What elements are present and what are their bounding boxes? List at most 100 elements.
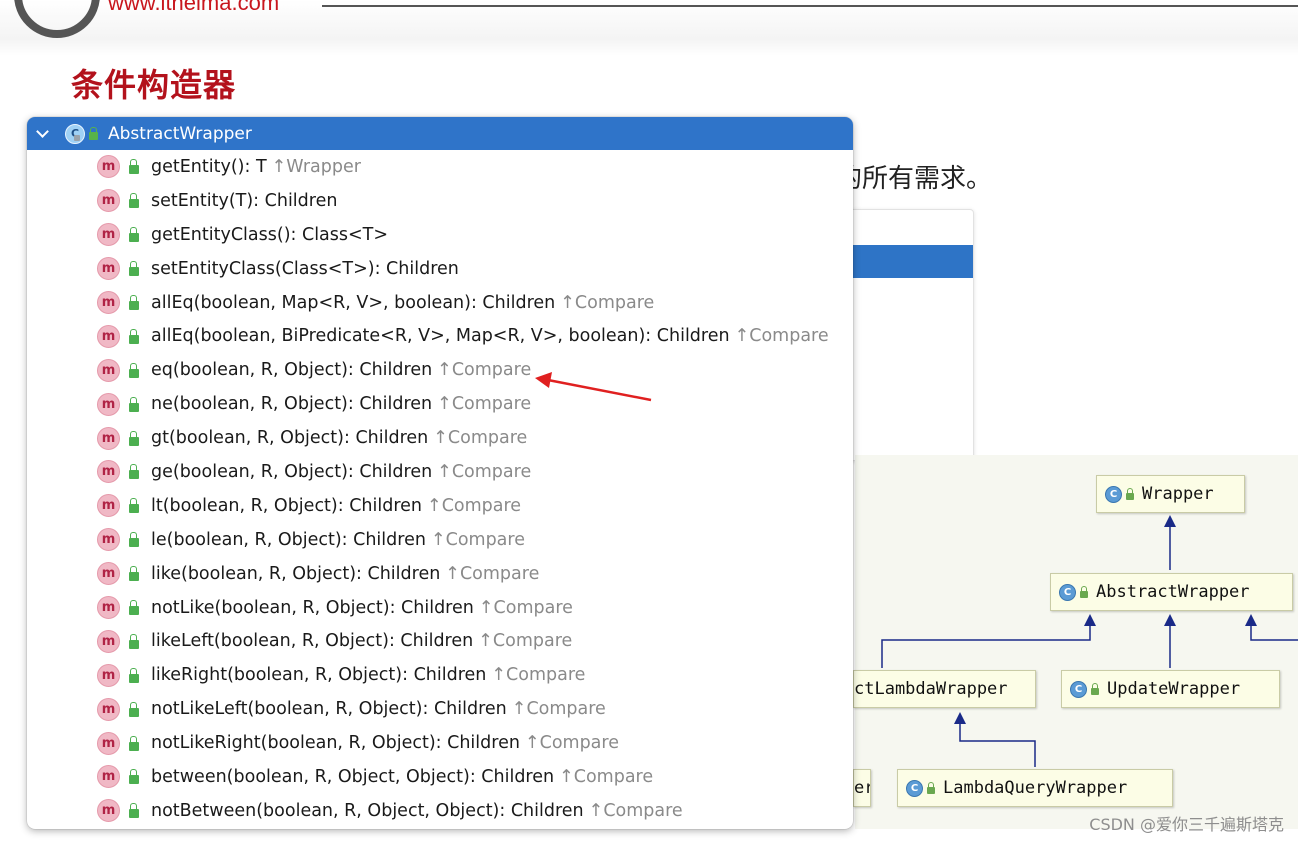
watermark: CSDN @爱你三千遍斯塔克	[1089, 815, 1284, 834]
method-icon: m	[97, 189, 120, 213]
list-item[interactable]: m like(boolean, R, Object): Children ↑Comp…	[27, 557, 853, 591]
method-owner: ↑Compare	[588, 800, 683, 821]
list-item[interactable]: m allEq(boolean, BiPredicate<R, V>, Map<R…	[27, 319, 853, 353]
site-url: www.itheima.com	[108, 0, 280, 15]
lock-icon	[129, 633, 139, 649]
method-signature: getEntity(): T	[151, 156, 267, 177]
method-icon: m	[97, 324, 120, 348]
slide-header: www.itheima.com	[0, 0, 1298, 56]
list-item[interactable]: m notLikeRight(boolean, R, Object): Child…	[27, 726, 853, 760]
lock-icon	[129, 667, 139, 683]
method-icon: m	[97, 697, 120, 721]
uml-node-label: AbstractWrapper	[1096, 582, 1250, 602]
list-item[interactable]: m likeLeft(boolean, R, Object): Children ↑…	[27, 624, 853, 658]
method-signature: notLike(boolean, R, Object): Children	[151, 597, 474, 618]
class-icon: C	[1059, 583, 1076, 601]
lock-icon	[129, 498, 139, 514]
slide-title: 条件构造器	[71, 66, 237, 104]
list-item[interactable]: m setEntity(T): Children	[27, 184, 853, 218]
list-item[interactable]: m likeRight(boolean, R, Object): Children…	[27, 658, 853, 692]
uml-node-lambda-wrapper: ctLambdaWrapper	[853, 670, 1036, 708]
method-icon: m	[97, 629, 120, 653]
list-item[interactable]: m notLike(boolean, R, Object): Children ↑C…	[27, 591, 853, 625]
method-icon: m	[97, 799, 120, 823]
uml-node-lambda-query-wrapper: C LambdaQueryWrapper	[897, 769, 1173, 807]
lock-icon	[129, 362, 139, 378]
method-signature: setEntity(T): Children	[151, 190, 338, 211]
list-item[interactable]: m allEq(boolean, Map<R, V>, boolean): Chi…	[27, 286, 853, 320]
chevron-down-icon[interactable]	[27, 117, 57, 150]
method-signature: notLikeRight(boolean, R, Object): Childr…	[151, 733, 520, 754]
lock-icon	[1091, 683, 1099, 695]
uml-node-partial: er	[853, 769, 871, 807]
lock-icon	[129, 735, 139, 751]
method-icon: m	[97, 358, 120, 382]
method-signature: likeLeft(boolean, R, Object): Children	[151, 631, 474, 652]
method-owner: ↑Compare	[437, 360, 532, 381]
lock-icon	[129, 193, 139, 209]
method-signature: eq(boolean, R, Object): Children	[151, 360, 433, 381]
method-icon: m	[97, 155, 120, 179]
lock-icon	[129, 261, 139, 277]
method-icon: m	[97, 257, 120, 281]
uml-node-label: LambdaQueryWrapper	[943, 778, 1128, 798]
uml-node-label: UpdateWrapper	[1107, 679, 1241, 699]
method-signature: like(boolean, R, Object): Children	[151, 563, 441, 584]
method-signature: notLikeLeft(boolean, R, Object): Childre…	[151, 699, 507, 720]
method-icon: m	[97, 494, 120, 518]
lock-icon	[129, 464, 139, 480]
lock-icon	[129, 227, 139, 243]
class-icon: C	[906, 779, 923, 797]
structure-popup[interactable]: C AbstractWrapper m getEntity(): T ↑Wrappe…	[27, 117, 853, 829]
method-icon: m	[97, 596, 120, 620]
lock-icon	[129, 769, 139, 785]
lock-icon	[1126, 488, 1134, 500]
method-owner: ↑Compare	[433, 428, 528, 449]
method-signature: gt(boolean, R, Object): Children	[151, 428, 429, 449]
method-owner: ↑Compare	[560, 292, 655, 313]
list-item[interactable]: m lt(boolean, R, Object): Children ↑Compar…	[27, 489, 853, 523]
uml-node-update-wrapper: C UpdateWrapper	[1061, 670, 1280, 708]
method-icon: m	[97, 562, 120, 586]
list-item[interactable]: m gt(boolean, R, Object): Children ↑Compar…	[27, 421, 853, 455]
method-owner: ↑Compare	[430, 529, 525, 550]
lock-icon	[129, 295, 139, 310]
method-owner: ↑Compare	[427, 495, 522, 516]
list-item[interactable]: m ge(boolean, R, Object): Children ↑Compar…	[27, 455, 853, 489]
ide-panel	[835, 209, 974, 461]
method-icon: m	[97, 291, 120, 314]
method-owner: ↑Compare	[491, 665, 586, 686]
list-item[interactable]: m getEntityClass(): Class<T>	[27, 218, 853, 252]
ide-panel-selection-bar	[836, 245, 973, 278]
popup-header[interactable]: C AbstractWrapper	[27, 117, 853, 150]
method-owner: ↑Compare	[511, 699, 606, 720]
method-icon: m	[97, 663, 120, 687]
list-item[interactable]: m notLikeLeft(boolean, R, Object): Childr…	[27, 692, 853, 726]
logo-icon	[14, 0, 100, 38]
method-signature: ge(boolean, R, Object): Children	[151, 461, 433, 482]
method-icon: m	[97, 223, 120, 247]
method-icon: m	[97, 528, 120, 552]
list-item[interactable]: m getEntity(): T ↑Wrapper	[27, 150, 853, 184]
list-item[interactable]: m le(boolean, R, Object): Children ↑Compar…	[27, 523, 853, 557]
uml-node-wrapper: C Wrapper	[1096, 475, 1245, 513]
slide-sentence: 的所有需求。	[836, 164, 993, 194]
lock-icon	[129, 566, 139, 582]
lock-icon	[927, 782, 935, 794]
class-icon: C	[1105, 485, 1122, 503]
header-divider	[322, 5, 1298, 7]
list-item[interactable]: m eq(boolean, R, Object): Children ↑Compar…	[27, 353, 853, 387]
method-signature: allEq(boolean, Map<R, V>, boolean): Chil…	[151, 292, 556, 313]
method-owner: ↑Compare	[734, 326, 829, 347]
lock-icon	[129, 430, 139, 446]
list-item[interactable]: m between(boolean, R, Object, Object): Ch…	[27, 760, 853, 794]
list-item[interactable]: m setEntityClass(Class<T>): Children	[27, 252, 853, 286]
lock-icon	[89, 127, 98, 140]
method-owner: ↑Compare	[445, 563, 540, 584]
method-signature: ne(boolean, R, Object): Children	[151, 394, 433, 415]
list-item[interactable]: m ne(boolean, R, Object): Children ↑Compar…	[27, 387, 853, 421]
method-signature: notBetween(boolean, R, Object, Object): …	[151, 800, 584, 821]
lock-icon	[129, 701, 139, 717]
list-item[interactable]: m notBetween(boolean, R, Object, Object):…	[27, 794, 853, 828]
method-owner: ↑Compare	[478, 597, 573, 618]
